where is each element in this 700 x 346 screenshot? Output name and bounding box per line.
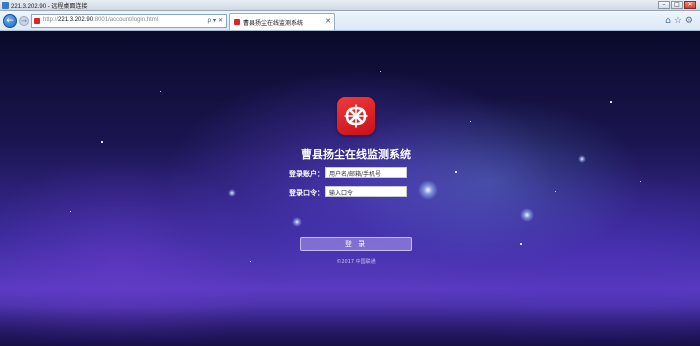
star [455, 171, 457, 173]
star [380, 71, 381, 72]
star-glow [292, 217, 302, 227]
account-input[interactable]: 用户名/邮箱/手机号 [325, 167, 407, 178]
star [640, 181, 641, 182]
star [101, 141, 103, 143]
address-actions[interactable]: ρ ▾ ✕ [207, 17, 223, 24]
tab-login[interactable]: 曹县扬尘在线监测系统 ✕ [229, 13, 335, 30]
address-url[interactable]: http://221.3.202.90:8001/account/login.h… [43, 17, 158, 23]
star [250, 261, 251, 262]
star [160, 91, 161, 92]
forward-button[interactable]: → [19, 16, 29, 26]
tab-close-icon[interactable]: ✕ [325, 17, 331, 25]
star [470, 121, 471, 122]
browser-toolbar: ← → http://221.3.202.90:8001/account/log… [0, 11, 700, 31]
login-page: 曹县扬尘在线监测系统 登录账户： 用户名/邮箱/手机号 登录口令： 输入口令 登… [0, 31, 700, 346]
password-input[interactable]: 输入口令 [325, 186, 407, 197]
minimize-button[interactable]: – [658, 1, 670, 9]
star-glow [228, 189, 236, 197]
back-button[interactable]: ← [3, 14, 17, 28]
bottom-haze [0, 306, 700, 346]
maximize-button[interactable]: □ [671, 1, 683, 9]
china-unicom-knot-icon [337, 97, 375, 135]
star-glow [418, 180, 438, 200]
remote-desktop-title: 221.3.202.90 - 远程桌面连接 [11, 4, 88, 10]
star [555, 191, 556, 192]
star-glow [578, 155, 586, 163]
browser-tools-icons[interactable]: ⌂☆⚙ [665, 16, 696, 26]
remote-desktop-titlebar: 221.3.202.90 - 远程桌面连接 – □ ✕ [0, 0, 700, 11]
site-favicon [34, 18, 40, 24]
star [610, 101, 612, 103]
star-glow [520, 208, 534, 222]
address-bar[interactable]: http://221.3.202.90:8001/account/login.h… [31, 14, 227, 28]
system-title: 曹县扬尘在线监测系统 [301, 148, 411, 161]
password-placeholder: 输入口令 [329, 190, 354, 197]
tab-favicon [234, 19, 240, 25]
tab-title: 曹县扬尘在线监测系统 [243, 20, 304, 27]
star [70, 211, 71, 212]
login-button[interactable]: 登 录 [300, 237, 412, 251]
account-placeholder: 用户名/邮箱/手机号 [329, 171, 382, 178]
star [520, 243, 522, 245]
account-label: 登录账户： [289, 170, 324, 178]
close-window-button[interactable]: ✕ [684, 1, 696, 9]
remote-desktop-icon [2, 2, 9, 9]
copyright-text: ©2017 中国联通 [336, 259, 376, 265]
password-label: 登录口令： [289, 189, 324, 197]
